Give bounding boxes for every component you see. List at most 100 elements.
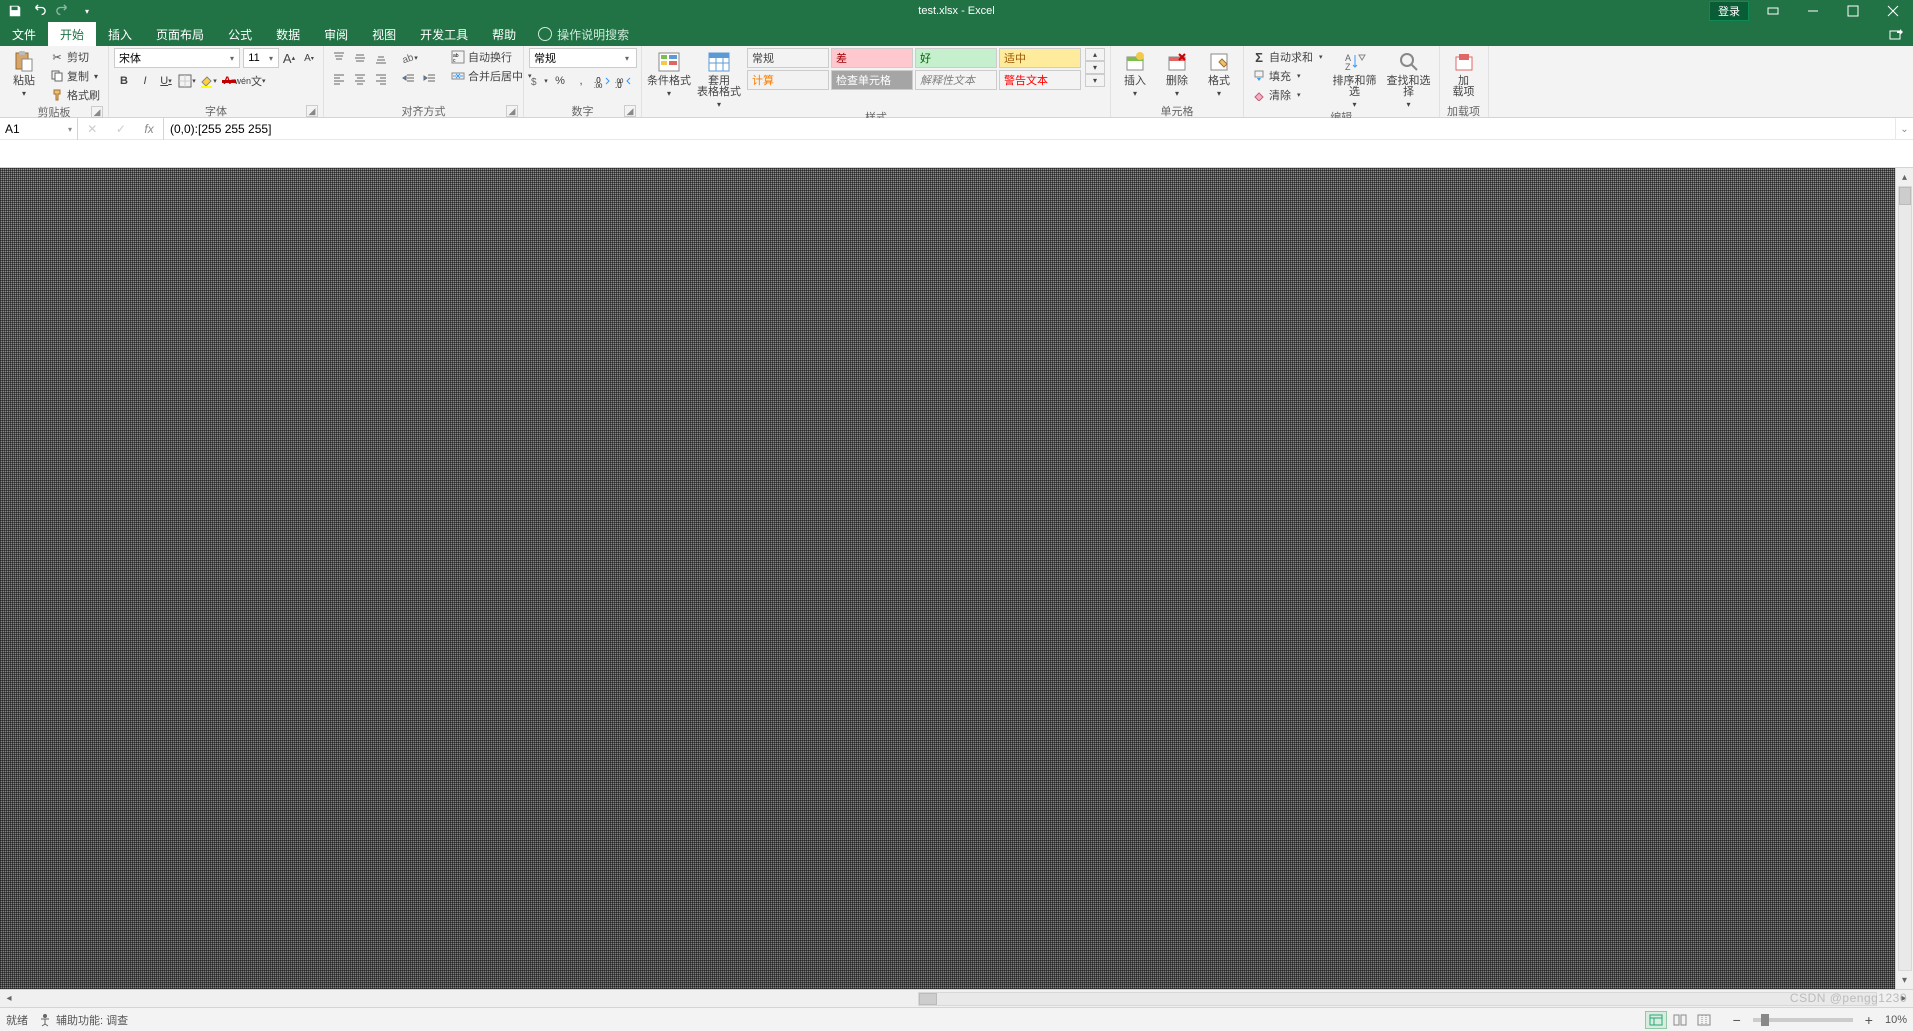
sort-filter-button[interactable]: AZ排序和筛选▾	[1330, 48, 1380, 109]
number-format-select[interactable]: ▾	[529, 48, 637, 68]
maximize-icon[interactable]	[1833, 0, 1873, 22]
style-explanatory[interactable]: 解释性文本	[915, 70, 997, 90]
undo-icon[interactable]	[28, 1, 50, 21]
vertical-scroll-thumb[interactable]	[1899, 187, 1911, 205]
scroll-up-icon[interactable]: ▴	[1896, 168, 1913, 186]
view-page-layout-button[interactable]	[1669, 1011, 1691, 1029]
tab-data[interactable]: 数据	[264, 22, 312, 46]
comma-button[interactable]: ,	[571, 71, 591, 91]
zoom-in-button[interactable]: +	[1861, 1012, 1877, 1028]
italic-button[interactable]: I	[135, 71, 155, 91]
tab-file[interactable]: 文件	[0, 22, 48, 46]
style-normal[interactable]: 常规	[747, 48, 829, 68]
insert-function-icon[interactable]: fx	[144, 122, 153, 136]
align-right-button[interactable]	[371, 69, 391, 89]
align-bottom-button[interactable]	[371, 48, 391, 68]
style-calculation[interactable]: 计算	[747, 70, 829, 90]
style-neutral[interactable]: 适中	[999, 48, 1081, 68]
font-name-input[interactable]: ▾	[114, 48, 240, 68]
minimize-icon[interactable]	[1793, 0, 1833, 22]
share-icon[interactable]	[1885, 22, 1913, 46]
style-scroll-up[interactable]: ▴	[1085, 48, 1105, 61]
login-button[interactable]: 登录	[1709, 1, 1749, 21]
fill-color-button[interactable]: ▾	[198, 71, 218, 91]
save-icon[interactable]	[4, 1, 26, 21]
increase-decimal-button[interactable]: .0.00	[592, 71, 612, 91]
decrease-decimal-button[interactable]: .00.0	[613, 71, 633, 91]
tab-developer[interactable]: 开发工具	[408, 22, 480, 46]
accounting-format-button[interactable]: $▾	[529, 71, 549, 91]
addins-button[interactable]: 加 载项	[1445, 48, 1483, 98]
borders-button[interactable]: ▾	[177, 71, 197, 91]
tab-home[interactable]: 开始	[48, 22, 96, 46]
scroll-left-icon[interactable]: ◂	[0, 990, 18, 1008]
style-warning[interactable]: 警告文本	[999, 70, 1081, 90]
paste-button[interactable]: 粘贴 ▾	[5, 48, 43, 98]
fill-button[interactable]: 填充▾	[1249, 67, 1326, 85]
style-bad[interactable]: 差	[831, 48, 913, 68]
tab-view[interactable]: 视图	[360, 22, 408, 46]
conditional-format-button[interactable]: 条件格式▾	[647, 48, 691, 98]
tab-review[interactable]: 审阅	[312, 22, 360, 46]
dialog-launcher-icon[interactable]: ◢	[624, 105, 636, 117]
zoom-slider[interactable]	[1753, 1018, 1853, 1022]
dialog-launcher-icon[interactable]: ◢	[506, 105, 518, 117]
style-good[interactable]: 好	[915, 48, 997, 68]
merge-center-button[interactable]: 合并后居中▾	[448, 67, 535, 85]
scroll-down-icon[interactable]: ▾	[1896, 971, 1913, 989]
dialog-launcher-icon[interactable]: ◢	[91, 106, 103, 118]
find-select-button[interactable]: 查找和选择▾	[1384, 48, 1434, 109]
horizontal-scrollbar[interactable]: ◂ ▸	[0, 989, 1913, 1007]
wrap-text-button[interactable]: abc自动换行	[448, 48, 535, 66]
horizontal-scroll-thumb[interactable]	[919, 993, 937, 1005]
enter-formula-icon[interactable]: ✓	[116, 122, 126, 136]
zoom-out-button[interactable]: −	[1729, 1012, 1745, 1028]
dialog-launcher-icon[interactable]: ◢	[306, 105, 318, 117]
cancel-formula-icon[interactable]: ✕	[87, 122, 97, 136]
style-scroll-down[interactable]: ▾	[1085, 61, 1105, 74]
table-format-button[interactable]: 套用 表格格式▾	[695, 48, 743, 109]
cells-area[interactable]	[0, 168, 1913, 989]
vertical-scrollbar[interactable]: ▴ ▾	[1895, 168, 1913, 989]
view-normal-button[interactable]	[1645, 1011, 1667, 1029]
underline-button[interactable]: U▾	[156, 71, 176, 91]
view-page-break-button[interactable]	[1693, 1011, 1715, 1029]
tell-me-search[interactable]: 操作说明搜索	[528, 22, 639, 46]
bold-button[interactable]: B	[114, 71, 134, 91]
tab-help[interactable]: 帮助	[480, 22, 528, 46]
delete-cells-button[interactable]: 删除▾	[1158, 48, 1196, 98]
ribbon-display-icon[interactable]	[1753, 0, 1793, 22]
clear-button[interactable]: 清除▾	[1249, 86, 1326, 104]
tab-page-layout[interactable]: 页面布局	[144, 22, 216, 46]
expand-formula-bar[interactable]: ⌄	[1895, 118, 1913, 140]
format-painter-button[interactable]: 格式刷	[47, 86, 103, 104]
format-cells-button[interactable]: 格式▾	[1200, 48, 1238, 98]
tab-formulas[interactable]: 公式	[216, 22, 264, 46]
name-box[interactable]: ▾	[0, 118, 78, 140]
copy-button[interactable]: 复制▾	[47, 67, 103, 85]
zoom-level[interactable]: 10%	[1885, 1014, 1907, 1026]
phonetic-button[interactable]: wén文▾	[240, 71, 260, 91]
orientation-button[interactable]: ab▾	[399, 48, 419, 68]
worksheet-grid[interactable]	[0, 168, 1913, 989]
accessibility-status[interactable]: 辅助功能: 调查	[38, 1012, 128, 1028]
align-center-button[interactable]	[350, 69, 370, 89]
cut-button[interactable]: ✂剪切	[47, 48, 103, 66]
redo-icon[interactable]	[52, 1, 74, 21]
align-left-button[interactable]	[329, 69, 349, 89]
align-middle-button[interactable]	[350, 48, 370, 68]
tab-insert[interactable]: 插入	[96, 22, 144, 46]
style-more[interactable]: ▾	[1085, 74, 1105, 87]
close-icon[interactable]	[1873, 0, 1913, 22]
increase-indent-button[interactable]	[420, 69, 440, 89]
insert-cells-button[interactable]: 插入▾	[1116, 48, 1154, 98]
autosum-button[interactable]: Σ自动求和▾	[1249, 48, 1326, 66]
percent-button[interactable]: %	[550, 71, 570, 91]
shrink-font-button[interactable]: A▾	[299, 48, 319, 68]
grow-font-button[interactable]: A▴	[279, 48, 299, 68]
formula-input[interactable]	[164, 118, 1895, 139]
qat-customize-icon[interactable]: ▾	[76, 1, 98, 21]
font-size-input[interactable]: ▾	[243, 48, 279, 68]
style-check-cell[interactable]: 检查单元格	[831, 70, 913, 90]
align-top-button[interactable]	[329, 48, 349, 68]
